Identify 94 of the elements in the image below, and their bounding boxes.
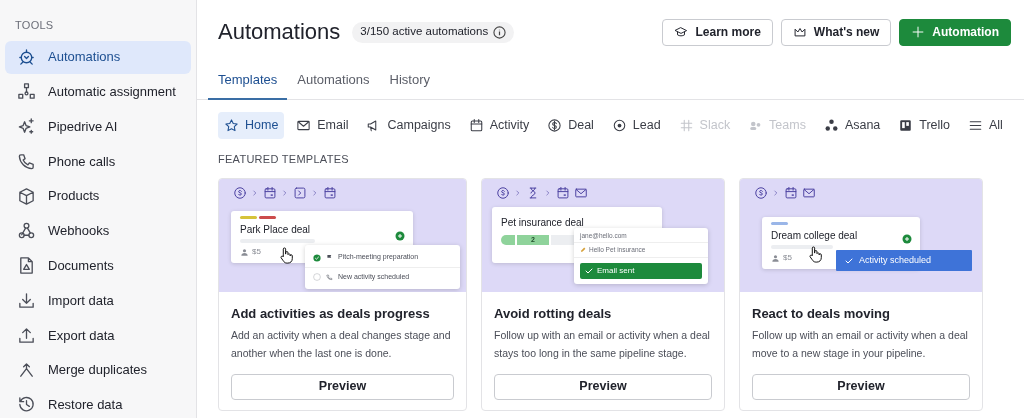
chevron-icon	[544, 189, 552, 197]
phone-icon	[326, 273, 333, 281]
filter-chip[interactable]: Home	[218, 111, 285, 139]
section-heading: FEATURED TEMPLATES	[218, 151, 350, 167]
sidebar-item[interactable]: Automations	[5, 40, 191, 74]
page-title: Automations	[218, 21, 341, 43]
plus-circle-icon	[902, 234, 912, 244]
sidebar-heading: TOOLS	[14, 18, 55, 33]
calendar-icon	[323, 186, 337, 200]
chevron-icon	[311, 189, 319, 197]
tab[interactable]: Automations	[287, 70, 380, 100]
chevron-icon	[281, 189, 289, 197]
chevron-icon	[514, 189, 522, 197]
deal-name: Dream college deal	[771, 229, 858, 243]
calendar-icon	[784, 186, 798, 200]
deal-name: Pet insurance deal	[501, 216, 584, 230]
status-banner: Activity scheduled	[836, 250, 972, 271]
deal-value: $5	[252, 246, 261, 258]
star-icon	[224, 117, 239, 133]
phone-icon	[17, 151, 36, 171]
sidebar-item[interactable]: Import data	[5, 284, 191, 318]
card-title: Avoid rotting deals	[494, 305, 613, 323]
check-icon	[584, 266, 594, 276]
envelope-icon	[574, 186, 588, 200]
sidebar-item[interactable]: Export data	[5, 318, 191, 352]
merge-icon	[17, 360, 36, 380]
hand-cursor-icon	[806, 245, 824, 263]
dollar-icon	[547, 117, 563, 133]
board-icon	[898, 117, 914, 133]
nodes-icon	[17, 82, 36, 102]
info-icon[interactable]	[493, 25, 507, 39]
preview-button[interactable]: Preview	[231, 373, 454, 400]
upload-icon	[17, 325, 36, 345]
envelope-icon	[802, 186, 816, 200]
sidebar-item[interactable]: Pipedrive AI	[5, 110, 191, 144]
count-badge: 3/150 active automations	[352, 21, 515, 43]
status-banner: Email sent	[580, 263, 702, 279]
preview-button[interactable]: Preview	[494, 373, 712, 400]
person-icon	[771, 253, 780, 263]
card-description: Add an activity when a deal changes stage and another when the last one is done.	[231, 327, 452, 361]
dollar-icon	[496, 186, 510, 200]
calendar-icon	[556, 186, 570, 200]
filter-chip[interactable]: All	[962, 111, 1009, 139]
dollar-icon	[233, 186, 247, 200]
filter-chip[interactable]: Asana	[817, 111, 887, 139]
header-button[interactable]: Learn more	[662, 18, 773, 46]
dollar-icon	[754, 186, 768, 200]
sparkle-icon	[17, 117, 36, 137]
deal-name: Park Place deal	[240, 223, 311, 237]
dots-icon	[823, 117, 839, 133]
download-icon	[17, 291, 36, 311]
deal-value: $5	[783, 252, 792, 264]
sidebar-item[interactable]: Documents	[5, 249, 191, 283]
sidebar-item[interactable]: Phone calls	[5, 144, 191, 178]
card-title: Add activities as deals progress	[231, 305, 431, 323]
card-description: Follow up with an email or activity when a deal stays too long in the same pipeline stage.	[494, 327, 711, 361]
card-description: Follow up with an email or activity when a deal move to a new stage in your pipeline.	[752, 327, 969, 361]
sidebar-item[interactable]: Automatic assignment	[5, 75, 191, 109]
filter-chip[interactable]: Activity	[462, 111, 536, 139]
hash-icon	[678, 117, 694, 133]
tab[interactable]: History	[379, 70, 440, 100]
step-icon	[293, 186, 307, 200]
document-icon	[17, 256, 36, 276]
filter-chip[interactable]: Email	[290, 111, 355, 139]
filter-chip[interactable]: Deal	[541, 111, 600, 139]
sidebar-item[interactable]: Merge duplicates	[5, 353, 191, 387]
box-icon	[17, 186, 36, 206]
filter-chip[interactable]: Trello	[892, 111, 957, 139]
target-icon	[611, 117, 627, 133]
plus-circle-icon	[395, 231, 405, 241]
chevron-icon	[772, 189, 780, 197]
color-bar	[259, 216, 276, 219]
card-title: React to deals moving	[752, 305, 891, 323]
sidebar-item[interactable]: Products	[5, 179, 191, 213]
webhook-icon	[17, 221, 36, 241]
crown-icon	[792, 25, 807, 39]
graduation-cap-icon	[674, 25, 689, 39]
plus-icon	[911, 25, 926, 39]
filter-chip[interactable]: Campaigns	[360, 111, 457, 139]
color-bar	[240, 216, 257, 219]
sidebar-item[interactable]: Webhooks	[5, 214, 191, 248]
person-icon	[240, 247, 249, 257]
chevron-icon	[251, 189, 259, 197]
add-automation-button[interactable]: Automation	[899, 18, 1011, 46]
calendar-icon	[263, 186, 277, 200]
header-button[interactable]: What's new	[780, 18, 892, 46]
color-bar	[771, 222, 788, 225]
sidebar-item[interactable]: Restore data	[5, 388, 191, 418]
calendar-icon	[468, 117, 484, 133]
stage-segment	[501, 235, 515, 245]
tab[interactable]: Templates	[208, 70, 288, 100]
preview-button[interactable]: Preview	[752, 373, 970, 400]
filter-chip[interactable]: Lead	[605, 111, 667, 139]
pencil-icon	[580, 247, 586, 253]
